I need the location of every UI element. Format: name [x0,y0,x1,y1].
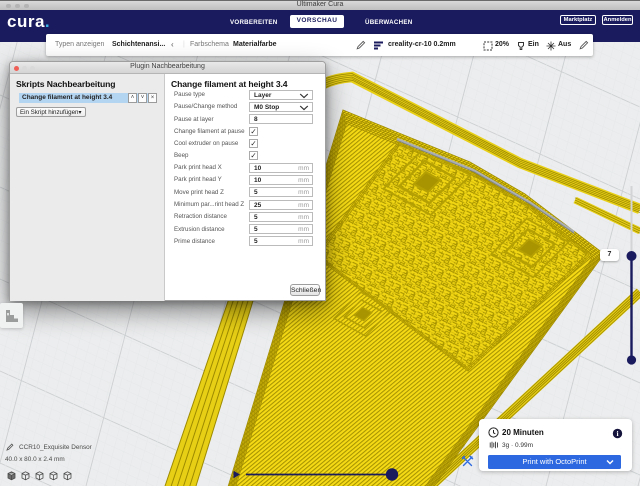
svg-text:i: i [616,429,618,438]
